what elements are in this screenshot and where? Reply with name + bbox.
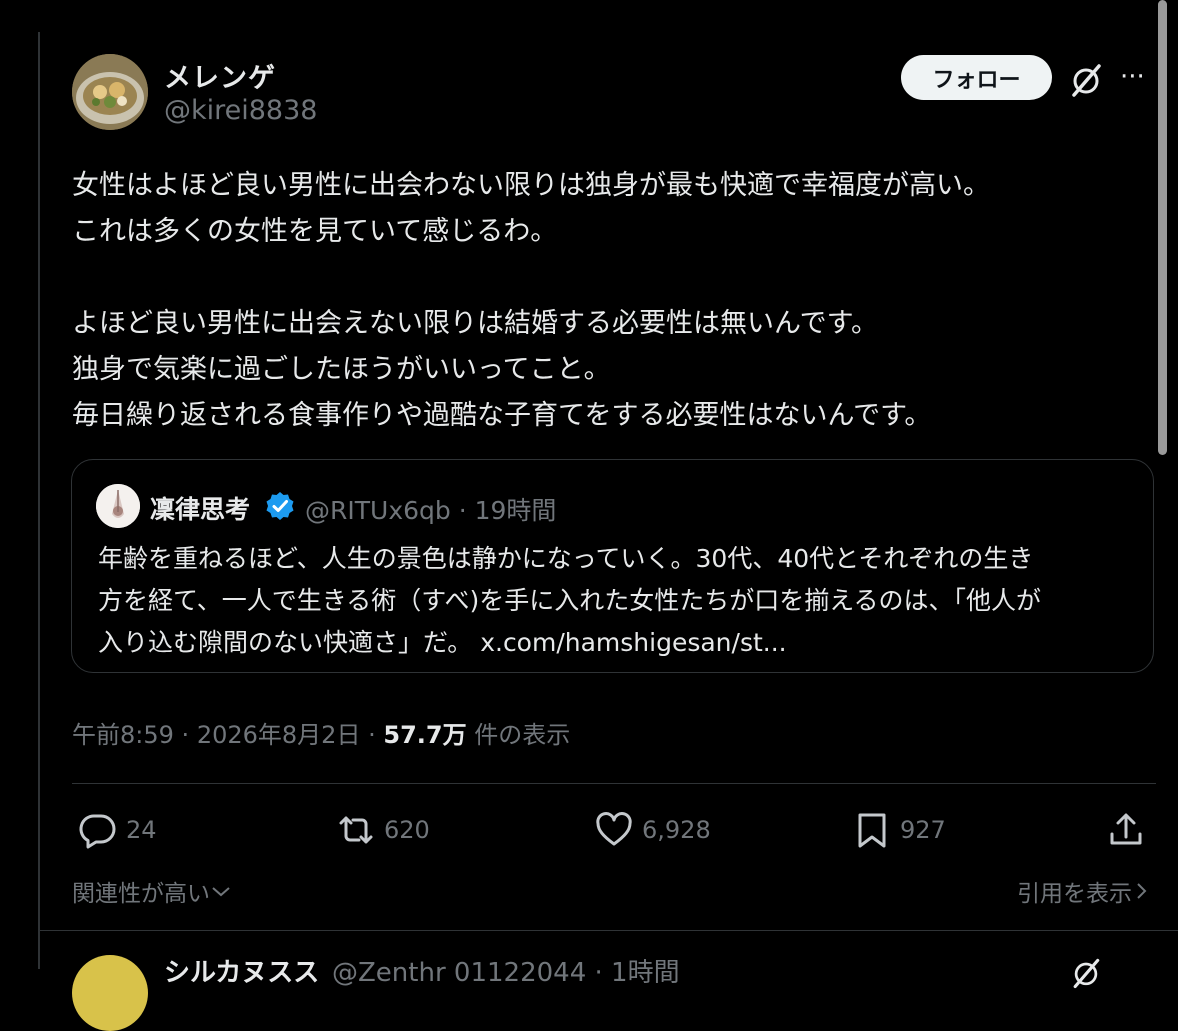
retweet-icon xyxy=(339,816,373,844)
tweet-time[interactable]: 午前8:59 xyxy=(72,721,174,749)
author-display-name[interactable]: メレンゲ xyxy=(164,56,276,95)
quoted-text-line: 年齢を重ねるほど、人生の景色は静かになっていく。30代、40代とそれぞれの生き xyxy=(98,544,1034,573)
reply-button[interactable]: 24 xyxy=(78,808,157,852)
quoted-author-avatar[interactable] xyxy=(96,484,140,528)
reply-author-handle[interactable]: @Zenthr 01122044 · 1時間 xyxy=(332,952,680,989)
quoted-text-line: 入り込む隙間のない快適さ」だ。 x.com/hamshigesan/st... xyxy=(98,628,787,657)
timeline-left-border xyxy=(38,32,40,969)
tweet-text-line: よほど良い男性に出会えない限りは結婚する必要性は無いんです。 xyxy=(72,308,878,339)
reply-author-avatar[interactable] xyxy=(72,955,148,1031)
quoted-tweet-text: 年齢を重ねるほど、人生の景色は静かになっていく。30代、40代とそれぞれの生き … xyxy=(98,538,1138,664)
like-count: 6,928 xyxy=(642,816,711,844)
retweet-button[interactable]: 620 xyxy=(336,808,430,852)
reply-icon xyxy=(79,814,116,849)
bookmark-icon xyxy=(858,813,886,848)
quoted-author-name[interactable]: 凜律思考 xyxy=(150,490,250,526)
share-button[interactable] xyxy=(1106,808,1154,852)
tweet-meta: 午前8:59 · 2026年8月2日 · 57.7万 件の表示 xyxy=(72,715,570,750)
reply-count: 24 xyxy=(126,816,157,844)
reply-author-name[interactable]: シルカヌスス xyxy=(164,952,319,989)
more-dots-icon[interactable]: ··· xyxy=(1120,62,1156,92)
tweet-text-line: 独身で気楽に過ごしたほうがいいってこと。 xyxy=(72,354,611,385)
chevron-down-icon xyxy=(212,887,230,897)
grok-slash-icon[interactable] xyxy=(1068,955,1104,991)
tweet-date[interactable]: 2026年8月2日 xyxy=(197,721,361,749)
follow-button[interactable]: フォロー xyxy=(901,55,1052,100)
quoted-tweet-card[interactable]: 凜律思考 @RITUx6qb · 19時間 年齢を重ねるほど、人生の景色は静かに… xyxy=(71,459,1154,673)
bookmark-button[interactable]: 927 xyxy=(852,808,946,852)
meta-separator: · xyxy=(368,721,376,749)
quoted-handle-and-time: @RITUx6qb · 19時間 xyxy=(305,491,556,527)
view-quotes-label: 引用を表示 xyxy=(1017,881,1132,907)
grok-slash-icon[interactable] xyxy=(1066,60,1106,100)
tweet-text: 女性はよほど良い男性に出会わない限りは独身が最も快適で幸福度が高い。 これは多く… xyxy=(72,163,1152,439)
view-quotes-link[interactable]: 引用を表示 xyxy=(1017,874,1150,908)
scrollbar[interactable] xyxy=(1158,0,1167,455)
quoted-separator: · xyxy=(458,496,467,525)
bookmark-count: 927 xyxy=(900,816,946,844)
heart-icon xyxy=(596,812,632,846)
like-button[interactable]: 6,928 xyxy=(594,808,711,852)
quoted-handle[interactable]: @RITUx6qb xyxy=(305,496,451,525)
view-count: 57.7万 xyxy=(383,721,467,749)
action-divider xyxy=(72,783,1156,784)
author-handle[interactable]: @kirei8838 xyxy=(164,95,317,126)
meta-separator: · xyxy=(181,721,190,749)
view-count-label: 件の表示 xyxy=(474,721,571,749)
verified-badge-icon xyxy=(266,492,294,520)
author-avatar[interactable] xyxy=(72,54,148,130)
retweet-count: 620 xyxy=(384,816,430,844)
chevron-right-icon xyxy=(1137,883,1147,899)
tweet-text-line: 毎日繰り返される食事作りや過酷な子育てをする必要性はないんです。 xyxy=(72,400,932,431)
quoted-timestamp[interactable]: 19時間 xyxy=(475,496,557,525)
share-icon xyxy=(1110,813,1142,845)
quoted-text-line: 方を経て、一人で生きる術（すべ)を手に入れた女性たちが口を揃えるのは、「他人が xyxy=(98,586,1042,615)
reply-divider xyxy=(38,930,1178,931)
reply-sort-dropdown[interactable]: 関連性が高い xyxy=(72,874,232,908)
tweet-text-blank-line xyxy=(72,255,1152,301)
tweet-text-line: 女性はよほど良い男性に出会わない限りは独身が最も快適で幸福度が高い。 xyxy=(72,170,990,201)
tweet-text-line: これは多くの女性を見ていて感じるわ。 xyxy=(72,216,558,247)
reply-sort-label: 関連性が高い xyxy=(72,881,210,907)
